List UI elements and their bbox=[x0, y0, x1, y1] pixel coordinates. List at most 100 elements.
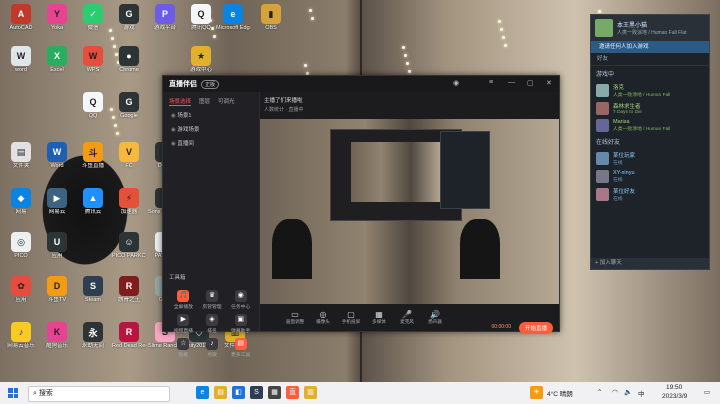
minimize-icon[interactable]: — bbox=[508, 79, 515, 86]
desktop-icon[interactable]: U 应用 bbox=[40, 232, 74, 260]
desktop-icon[interactable]: V FC bbox=[112, 142, 146, 170]
friend-text: 森林求生者 7 Days to Die bbox=[613, 102, 642, 115]
tool-item[interactable]: ▣ 弹幕助手 bbox=[226, 314, 255, 334]
friend-row[interactable]: 某位好友 在线 bbox=[591, 185, 709, 204]
bottom-button[interactable]: ◎ 摄像头 bbox=[310, 310, 336, 325]
network-icon[interactable]: ◠ bbox=[612, 388, 618, 396]
desktop-icon[interactable]: ◆ 网易 bbox=[4, 188, 38, 216]
desktop-icon-label: Yoka bbox=[50, 25, 64, 31]
desktop-icon[interactable]: e Microsoft Edge bbox=[216, 4, 250, 32]
desktop-icon[interactable]: Q QQ bbox=[76, 92, 110, 120]
desktop-icon[interactable]: ♪ 网易云音乐 bbox=[4, 322, 38, 350]
tool-item[interactable]: ♪ 点歌 bbox=[198, 338, 227, 358]
bottom-button[interactable]: 🔊 扬声器 bbox=[422, 310, 448, 325]
desktop-icon[interactable]: ◎ PICO bbox=[4, 232, 38, 260]
tool-icon: ♛ bbox=[205, 290, 218, 302]
menu-icon[interactable]: ≡ bbox=[489, 79, 493, 86]
desktop-icon[interactable]: ● Chrome bbox=[112, 46, 146, 74]
stream-title[interactable]: 主播了们来播啦 bbox=[264, 96, 303, 104]
bottom-button[interactable]: ▢ 手机投屏 bbox=[338, 310, 364, 325]
friend-row[interactable]: XY-xinyu 在线 bbox=[591, 168, 709, 185]
desktop-icon[interactable]: Q 腾讯QQ bbox=[184, 4, 218, 32]
friend-row[interactable]: 洛克 人类一败涂地 / Human Fall bbox=[591, 81, 709, 100]
group-online[interactable]: 在线好友 bbox=[591, 134, 709, 149]
tray-chevron-icon[interactable]: ⌃ bbox=[597, 388, 602, 396]
tool-item[interactable]: ☆ 贴纸 bbox=[169, 338, 198, 358]
desktop-icon[interactable]: ▶ 网易云 bbox=[40, 188, 74, 216]
join-chat-button[interactable]: + 加入聊天 bbox=[591, 258, 709, 269]
desktop-icon[interactable]: D 斗鱼TV bbox=[40, 276, 74, 304]
taskbar-search-input[interactable]: ⌕ 搜索 bbox=[28, 386, 170, 402]
tab-1[interactable]: 图层 bbox=[199, 97, 210, 106]
tool-item[interactable]: ▶ 视频直播 bbox=[169, 314, 198, 334]
start-icon[interactable] bbox=[8, 388, 18, 398]
desktop-icon[interactable]: ▤ 文件夹 bbox=[4, 142, 38, 170]
desktop-icon[interactable]: ☺PICO PARKClass... bbox=[112, 232, 146, 260]
desktop-icon[interactable]: 斗斗鱼直播 bbox=[76, 142, 110, 170]
group-ingame[interactable]: 游戏中 bbox=[591, 66, 709, 81]
tab-0[interactable]: 场景选择 bbox=[169, 97, 192, 106]
scene-item[interactable]: ◉ 游戏场景 bbox=[163, 122, 259, 136]
desktop-icon[interactable]: ✿ 应用 bbox=[4, 276, 38, 304]
folder-icon[interactable]: ▤ bbox=[214, 386, 227, 399]
volume-icon[interactable]: 🔈 bbox=[624, 388, 632, 396]
tab-2[interactable]: 可调光 bbox=[218, 97, 235, 106]
tool-item[interactable]: ◈ 排名 bbox=[198, 314, 227, 334]
clock-time[interactable]: 19:50 bbox=[666, 384, 682, 391]
desktop-icon[interactable]: G Google bbox=[112, 92, 146, 120]
store-icon[interactable]: ◧ bbox=[232, 386, 245, 399]
bottom-button[interactable]: ▦ 多媒体 bbox=[366, 310, 392, 325]
desktop-icon[interactable]: Wword bbox=[4, 46, 38, 74]
avatar[interactable]: ◉ bbox=[453, 79, 459, 87]
desktop-icon[interactable]: ✓ 微信 bbox=[76, 4, 110, 32]
app-icon[interactable]: ▦ bbox=[268, 386, 281, 399]
desktop-icon-label: AutoCAD bbox=[9, 25, 33, 31]
desktop-icon[interactable]: W Word bbox=[40, 142, 74, 170]
close-icon[interactable]: ✕ bbox=[546, 79, 552, 87]
start-live-button[interactable]: 开始直播 bbox=[518, 322, 553, 334]
user-name[interactable]: 本王黑小猫 bbox=[617, 20, 686, 29]
desktop-icon-glyph: G bbox=[119, 4, 139, 24]
tool-item[interactable]: ♛ 房管管理 bbox=[198, 290, 227, 310]
desktop-icon[interactable]: 永永劫无间 bbox=[76, 322, 110, 350]
desktop-icon[interactable]: ★ 游戏中心 bbox=[184, 46, 218, 74]
desktop-icon[interactable]: A AutoCAD bbox=[4, 4, 38, 32]
string-light bbox=[116, 132, 119, 135]
scene-item[interactable]: ◉ 直播间 bbox=[163, 136, 259, 150]
bottom-button[interactable]: 🎤 麦克风 bbox=[394, 310, 420, 325]
desktop-icon[interactable]: RRed Dead Redempti... bbox=[112, 322, 146, 350]
friends-search-input[interactable]: 好友 bbox=[591, 53, 709, 66]
weather-text[interactable]: 4°C 晴朗 bbox=[547, 388, 573, 398]
desktop-icon[interactable]: Y Yoka bbox=[40, 4, 74, 32]
notification-icon[interactable]: ▭ bbox=[704, 388, 710, 396]
invite-button[interactable]: 邀请任何人加入游戏 bbox=[591, 41, 709, 53]
edge-icon[interactable]: e bbox=[196, 386, 209, 399]
tool-item[interactable]: ▤ 更多工具 bbox=[226, 338, 255, 358]
friend-row[interactable]: Marisa 人类一败涂地 / Human Fall bbox=[591, 117, 709, 134]
desktop-icon[interactable]: G 游戏 bbox=[112, 4, 146, 32]
desktop-icon[interactable]: X Excel bbox=[40, 46, 74, 74]
folder-icon[interactable]: ▥ bbox=[304, 386, 317, 399]
desktop-icon[interactable]: ▮ OBS bbox=[254, 4, 288, 32]
clock-date[interactable]: 2023/3/9 bbox=[662, 393, 687, 400]
desktop-icon[interactable]: R 骸骨之王 bbox=[112, 276, 146, 304]
tool-item[interactable]: ◉ 任务中心 bbox=[226, 290, 255, 310]
steam-icon[interactable]: S bbox=[250, 386, 263, 399]
desktop-icon[interactable]: P 游戏平台 bbox=[148, 4, 182, 32]
desktop-icon[interactable]: ⚡ 加速器 bbox=[112, 188, 146, 216]
desktop-icon[interactable]: ▲ 腾讯云 bbox=[76, 188, 110, 216]
desktop-icon[interactable]: S Steam bbox=[76, 276, 110, 304]
maximize-icon[interactable]: ▢ bbox=[527, 79, 534, 87]
desktop-icon[interactable]: K 酷狗音乐 bbox=[40, 322, 74, 350]
bottom-button[interactable]: ▭ 画面调整 bbox=[282, 310, 308, 325]
tool-item[interactable]: 🎵 全屏播放 bbox=[169, 290, 198, 310]
desktop-icon-label: WPS bbox=[86, 67, 100, 73]
friend-row[interactable]: 某位玩家 在线 bbox=[591, 149, 709, 168]
scene-item[interactable]: ◉ 场景1 bbox=[163, 108, 259, 122]
friend-row[interactable]: 森林求生者 7 Days to Die bbox=[591, 100, 709, 117]
stream-preview[interactable] bbox=[260, 119, 559, 304]
desktop-icon[interactable]: W WPS bbox=[76, 46, 110, 74]
stream-app-icon[interactable]: 直 bbox=[286, 386, 299, 399]
ime-indicator[interactable]: 中 bbox=[638, 388, 645, 398]
avatar[interactable] bbox=[595, 19, 613, 37]
